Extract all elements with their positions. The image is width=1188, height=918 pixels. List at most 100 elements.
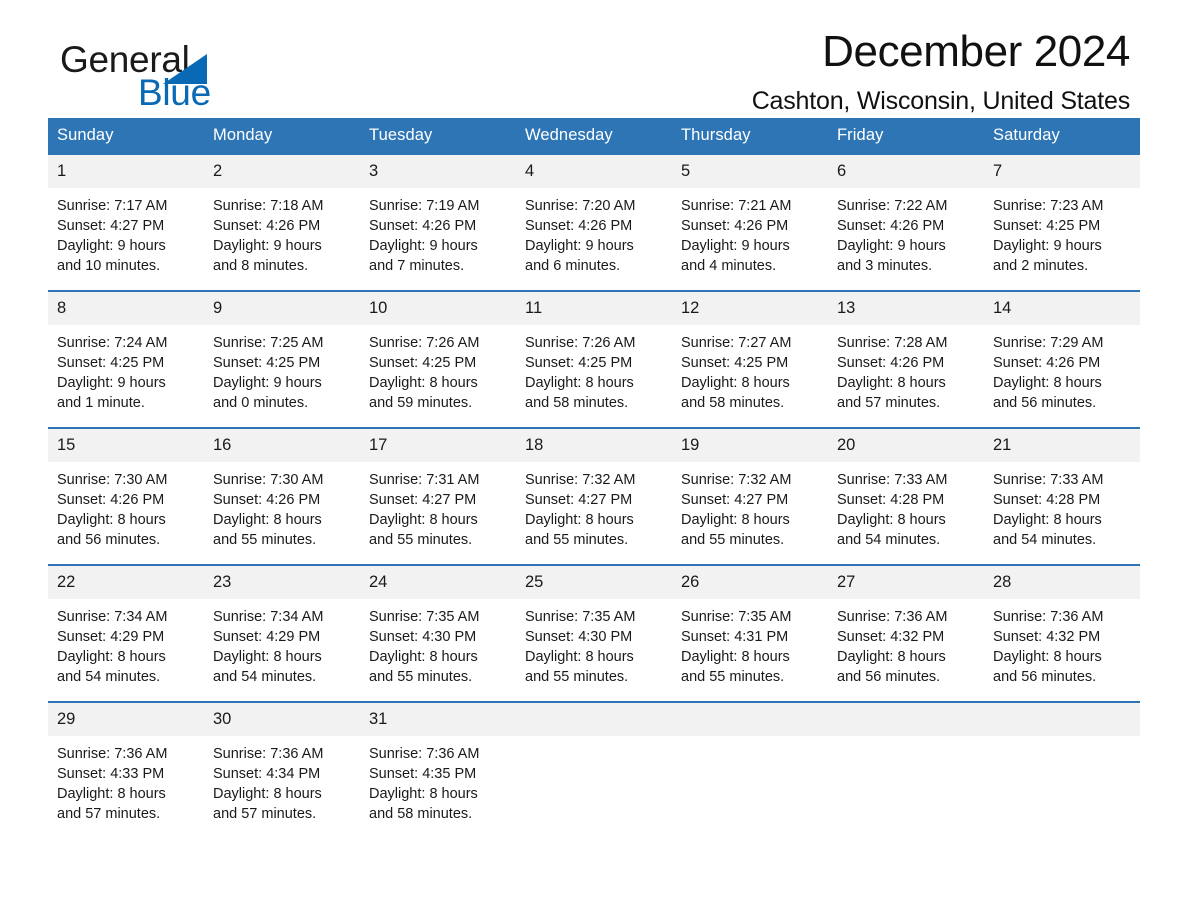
calendar-day-cell[interactable]: 14 Sunrise: 7:29 AM Sunset: 4:26 PM Dayligh… (984, 290, 1140, 428)
sunset-time: Sunset: 4:27 PM (57, 218, 165, 234)
calendar-day-cell[interactable]: 22 Sunrise: 7:34 AM Sunset: 4:29 PM Dayligh… (48, 564, 204, 702)
page-header: General Blue December 2024 Cashton, Wisc… (48, 0, 1140, 115)
daylight-duration-line2: and 57 minutes. (57, 806, 161, 822)
sunrise-time: Sunrise: 7:17 AM (57, 198, 168, 214)
daylight-duration-line2: and 1 minute. (57, 395, 145, 411)
sunset-time: Sunset: 4:25 PM (57, 355, 165, 371)
calendar-day-cell[interactable]: 6 Sunrise: 7:22 AM Sunset: 4:26 PM Daylight… (828, 153, 984, 291)
daylight-duration-line1: Daylight: 8 hours (57, 649, 166, 665)
calendar-day-cell[interactable]: 16 Sunrise: 7:30 AM Sunset: 4:26 PM Dayligh… (204, 427, 360, 565)
calendar-day-cell[interactable]: 9 Sunrise: 7:25 AM Sunset: 4:25 PM Daylight… (204, 290, 360, 428)
sunrise-time: Sunrise: 7:36 AM (993, 609, 1104, 625)
day-number: 31 (360, 703, 516, 736)
calendar-day-cell-empty (984, 701, 1140, 824)
day-number: 7 (984, 155, 1140, 188)
title-block: December 2024 Cashton, Wisconsin, United… (752, 26, 1131, 118)
daylight-duration-line1: Daylight: 8 hours (213, 649, 322, 665)
calendar-day-cell[interactable]: 21 Sunrise: 7:33 AM Sunset: 4:28 PM Dayligh… (984, 427, 1140, 565)
day-details: Sunrise: 7:23 AM Sunset: 4:25 PM Daylight:… (984, 188, 1140, 276)
calendar-week-row: 22 Sunrise: 7:34 AM Sunset: 4:29 PM Dayligh… (48, 564, 1140, 702)
calendar-day-cell[interactable]: 1 Sunrise: 7:17 AM Sunset: 4:27 PM Daylight… (48, 153, 204, 291)
calendar-day-cell[interactable]: 26 Sunrise: 7:35 AM Sunset: 4:31 PM Dayligh… (672, 564, 828, 702)
calendar-day-cell[interactable]: 18 Sunrise: 7:32 AM Sunset: 4:27 PM Dayligh… (516, 427, 672, 565)
calendar-day-cell[interactable]: 29 Sunrise: 7:36 AM Sunset: 4:33 PM Dayligh… (48, 701, 204, 824)
weekday-header-tuesday: Tuesday (360, 118, 516, 154)
calendar-day-cell[interactable]: 30 Sunrise: 7:36 AM Sunset: 4:34 PM Dayligh… (204, 701, 360, 824)
sunrise-time: Sunrise: 7:34 AM (213, 609, 324, 625)
daylight-duration-line2: and 59 minutes. (369, 395, 473, 411)
calendar-day-cell[interactable]: 20 Sunrise: 7:33 AM Sunset: 4:28 PM Dayligh… (828, 427, 984, 565)
daylight-duration-line2: and 58 minutes. (369, 806, 473, 822)
calendar-day-cell[interactable]: 24 Sunrise: 7:35 AM Sunset: 4:30 PM Dayligh… (360, 564, 516, 702)
sunset-time: Sunset: 4:25 PM (525, 355, 633, 371)
day-number: 20 (828, 429, 984, 462)
daylight-duration-line2: and 56 minutes. (993, 395, 1097, 411)
calendar-week-row: 1 Sunrise: 7:17 AM Sunset: 4:27 PM Daylight… (48, 153, 1140, 291)
calendar-day-cell[interactable]: 15 Sunrise: 7:30 AM Sunset: 4:26 PM Dayligh… (48, 427, 204, 565)
day-details: Sunrise: 7:36 AM Sunset: 4:32 PM Daylight:… (984, 599, 1140, 687)
sunrise-time: Sunrise: 7:22 AM (837, 198, 948, 214)
calendar-day-cell[interactable]: 28 Sunrise: 7:36 AM Sunset: 4:32 PM Dayligh… (984, 564, 1140, 702)
calendar-day-cell[interactable]: 5 Sunrise: 7:21 AM Sunset: 4:26 PM Daylight… (672, 153, 828, 291)
calendar-page: General Blue December 2024 Cashton, Wisc… (0, 0, 1188, 918)
calendar-day-cell[interactable]: 13 Sunrise: 7:28 AM Sunset: 4:26 PM Dayligh… (828, 290, 984, 428)
weekday-header-wednesday: Wednesday (516, 118, 672, 154)
calendar-day-cell[interactable]: 2 Sunrise: 7:18 AM Sunset: 4:26 PM Daylight… (204, 153, 360, 291)
sunrise-time: Sunrise: 7:33 AM (993, 472, 1104, 488)
sunrise-time: Sunrise: 7:21 AM (681, 198, 792, 214)
calendar-day-cell[interactable]: 4 Sunrise: 7:20 AM Sunset: 4:26 PM Daylight… (516, 153, 672, 291)
sunrise-time: Sunrise: 7:23 AM (993, 198, 1104, 214)
daylight-duration-line2: and 56 minutes. (57, 532, 161, 548)
calendar-day-cell[interactable]: 17 Sunrise: 7:31 AM Sunset: 4:27 PM Dayligh… (360, 427, 516, 565)
general-blue-logo[interactable]: General Blue (60, 40, 400, 120)
sunrise-time: Sunrise: 7:29 AM (993, 335, 1104, 351)
day-details: Sunrise: 7:18 AM Sunset: 4:26 PM Daylight:… (204, 188, 360, 276)
calendar-day-cell[interactable]: 25 Sunrise: 7:35 AM Sunset: 4:30 PM Dayligh… (516, 564, 672, 702)
calendar-day-cell[interactable]: 10 Sunrise: 7:26 AM Sunset: 4:25 PM Dayligh… (360, 290, 516, 428)
daylight-duration-line1: Daylight: 8 hours (837, 512, 946, 528)
calendar-day-cell[interactable]: 8 Sunrise: 7:24 AM Sunset: 4:25 PM Daylight… (48, 290, 204, 428)
day-number: 21 (984, 429, 1140, 462)
sunrise-time: Sunrise: 7:36 AM (213, 746, 324, 762)
sunrise-time: Sunrise: 7:36 AM (57, 746, 168, 762)
daylight-duration-line2: and 55 minutes. (369, 532, 473, 548)
daylight-duration-line2: and 55 minutes. (525, 669, 629, 685)
daylight-duration-line2: and 4 minutes. (681, 258, 777, 274)
day-number: 14 (984, 292, 1140, 325)
daylight-duration-line2: and 54 minutes. (837, 532, 941, 548)
sunset-time: Sunset: 4:32 PM (837, 629, 945, 645)
sunset-time: Sunset: 4:26 PM (213, 218, 321, 234)
calendar-day-cell[interactable]: 19 Sunrise: 7:32 AM Sunset: 4:27 PM Dayligh… (672, 427, 828, 565)
sunset-time: Sunset: 4:32 PM (993, 629, 1101, 645)
calendar-day-cell[interactable]: 7 Sunrise: 7:23 AM Sunset: 4:25 PM Daylight… (984, 153, 1140, 291)
daylight-duration-line1: Daylight: 9 hours (213, 238, 322, 254)
daylight-duration-line2: and 55 minutes. (213, 532, 317, 548)
day-number: 11 (516, 292, 672, 325)
sunset-time: Sunset: 4:26 PM (837, 218, 945, 234)
sunrise-time: Sunrise: 7:25 AM (213, 335, 324, 351)
daylight-duration-line2: and 3 minutes. (837, 258, 933, 274)
sunset-time: Sunset: 4:25 PM (993, 218, 1101, 234)
calendar-day-cell[interactable]: 3 Sunrise: 7:19 AM Sunset: 4:26 PM Daylight… (360, 153, 516, 291)
calendar-header-row: Sunday Monday Tuesday Wednesday Thursday… (48, 118, 1140, 154)
day-details: Sunrise: 7:35 AM Sunset: 4:30 PM Daylight:… (516, 599, 672, 687)
calendar-day-cell[interactable]: 27 Sunrise: 7:36 AM Sunset: 4:32 PM Dayligh… (828, 564, 984, 702)
calendar-day-cell[interactable]: 11 Sunrise: 7:26 AM Sunset: 4:25 PM Dayligh… (516, 290, 672, 428)
daylight-duration-line2: and 57 minutes. (837, 395, 941, 411)
weekday-header-monday: Monday (204, 118, 360, 154)
sunset-time: Sunset: 4:29 PM (57, 629, 165, 645)
calendar-body: 1 Sunrise: 7:17 AM Sunset: 4:27 PM Daylight… (48, 153, 1140, 824)
sunrise-time: Sunrise: 7:30 AM (57, 472, 168, 488)
daylight-duration-line1: Daylight: 9 hours (525, 238, 634, 254)
sunrise-time: Sunrise: 7:32 AM (681, 472, 792, 488)
day-details: Sunrise: 7:30 AM Sunset: 4:26 PM Daylight:… (48, 462, 204, 550)
calendar-day-cell[interactable]: 31 Sunrise: 7:36 AM Sunset: 4:35 PM Dayligh… (360, 701, 516, 824)
sunrise-time: Sunrise: 7:33 AM (837, 472, 948, 488)
sunset-time: Sunset: 4:34 PM (213, 766, 321, 782)
day-number (828, 703, 984, 736)
day-details: Sunrise: 7:34 AM Sunset: 4:29 PM Daylight:… (48, 599, 204, 687)
calendar-day-cell[interactable]: 12 Sunrise: 7:27 AM Sunset: 4:25 PM Dayligh… (672, 290, 828, 428)
weekday-header-thursday: Thursday (672, 118, 828, 154)
calendar-day-cell[interactable]: 23 Sunrise: 7:34 AM Sunset: 4:29 PM Dayligh… (204, 564, 360, 702)
sunset-time: Sunset: 4:26 PM (525, 218, 633, 234)
